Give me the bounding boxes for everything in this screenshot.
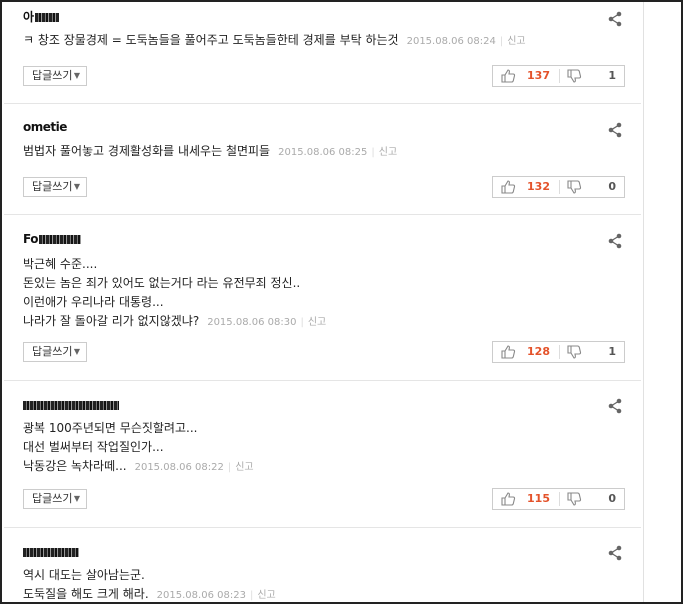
thumbs-up-icon[interactable] (500, 179, 516, 195)
comment-item: 역시 대도는 살아남는군. 도둑질을 해도 크게 해라. 2015.08.06 0… (4, 528, 641, 602)
author-name-mosaic (23, 401, 119, 410)
reply-button[interactable]: 답글쓰기 ▼ (23, 177, 87, 197)
dislike-count: 1 (608, 345, 616, 358)
comment-timestamp: 2015.08.06 08:24 (406, 36, 496, 47)
vote-divider (559, 492, 560, 506)
vote-box: 137 1 (492, 65, 625, 87)
vote-divider (559, 180, 560, 194)
comment-line: 도둑질을 해도 크게 해라. (23, 587, 149, 601)
share-icon[interactable] (607, 398, 623, 414)
comment-body: 범법자 풀어놓고 경제활성화를 내세우는 철면피들 2015.08.06 08:2… (23, 142, 397, 162)
dislike-count: 0 (608, 492, 616, 505)
caret-down-icon: ▼ (73, 182, 80, 191)
meta-separator: | (499, 36, 504, 47)
caret-down-icon: ▼ (73, 71, 80, 80)
thumbs-down-icon[interactable] (566, 179, 582, 195)
caret-down-icon: ▼ (73, 347, 80, 356)
comment-line: 박근혜 수준.... (23, 257, 98, 271)
author-name-mosaic (34, 13, 59, 22)
thumbs-up-icon[interactable] (500, 491, 516, 507)
reply-button-label: 답글쓰기 (32, 345, 73, 358)
comment-meta: 2015.08.06 08:25 | 신고 (278, 147, 397, 158)
meta-separator: | (227, 462, 232, 473)
report-link[interactable]: 신고 (507, 36, 525, 47)
comment-line: 돈있는 놈은 죄가 있어도 없는거다 라는 유전무죄 정신.. (23, 276, 301, 290)
meta-separator: | (300, 317, 304, 328)
comment-author[interactable]: ometie (23, 120, 67, 134)
vote-box: 132 0 (492, 176, 625, 198)
dislike-count: 0 (608, 180, 616, 193)
share-icon[interactable] (607, 11, 623, 27)
thumbs-up-icon[interactable] (500, 344, 516, 360)
caret-down-icon: ▼ (73, 494, 80, 503)
author-name-mosaic (23, 548, 79, 557)
reply-button[interactable]: 답글쓰기 ▼ (23, 489, 87, 509)
dislike-count: 1 (608, 69, 616, 82)
comment-meta: 2015.08.06 08:30 | 신고 (207, 317, 326, 328)
comment-line: 이런애가 우리나라 대통령... (23, 295, 164, 309)
comment-line: 나라가 잘 돌아갈 리가 없지않겠냐? (23, 314, 200, 328)
comment-author[interactable]: 아 (23, 8, 59, 25)
reply-button[interactable]: 답글쓰기 ▼ (23, 66, 87, 86)
thumbs-down-icon[interactable] (566, 491, 582, 507)
comment-timestamp: 2015.08.06 08:30 (207, 317, 297, 328)
comment-meta: 2015.08.06 08:22 | 신고 (135, 462, 254, 473)
like-count: 137 (527, 69, 550, 82)
comment-item: 아 ㅋ 창조 장물경제 = 도둑놈들을 풀어주고 도둑놈들한테 경제를 부탁 하… (4, 2, 641, 104)
author-name: 아 (23, 10, 34, 24)
author-name-mosaic (38, 235, 81, 244)
comment-item: ometie 범법자 풀어놓고 경제활성화를 내세우는 철면피들 2015.08.… (4, 104, 641, 215)
report-link[interactable]: 신고 (257, 590, 275, 601)
meta-separator: | (371, 147, 375, 158)
comment-item: 광복 100주년되면 무슨짓할려고... 대선 벌써부터 작업질인가... 낙동… (4, 381, 641, 528)
thumbs-down-icon[interactable] (566, 344, 582, 360)
share-icon[interactable] (607, 233, 623, 249)
vote-divider (559, 69, 560, 83)
author-name: ometie (23, 120, 67, 134)
thumbs-up-icon[interactable] (500, 68, 516, 84)
author-name: Fo (23, 232, 38, 246)
meta-separator: | (249, 590, 254, 601)
comment-line: 광복 100주년되면 무슨짓할려고... (23, 421, 198, 435)
comment-line: ㅋ 창조 장물경제 = 도둑놈들을 풀어주고 도둑놈들한테 경제를 부탁 하는것 (23, 33, 399, 47)
vote-box: 115 0 (492, 488, 625, 510)
report-link[interactable]: 신고 (308, 317, 326, 328)
comment-timestamp: 2015.08.06 08:22 (134, 462, 224, 473)
vote-box: 128 1 (492, 341, 625, 363)
comment-meta: 2015.08.06 08:24 | 신고 (407, 36, 526, 47)
comment-line: 낙동강은 녹차라떼... (23, 459, 127, 473)
reply-button-label: 답글쓰기 (32, 180, 73, 193)
comment-timestamp: 2015.08.06 08:23 (156, 590, 246, 601)
comment-body: 역시 대도는 살아남는군. 도둑질을 해도 크게 해라. 2015.08.06 0… (23, 566, 276, 602)
thumbs-down-icon[interactable] (566, 68, 582, 84)
report-link[interactable]: 신고 (235, 462, 253, 473)
comment-line: 역시 대도는 살아남는군. (23, 568, 145, 582)
comment-body: ㅋ 창조 장물경제 = 도둑놈들을 풀어주고 도둑놈들한테 경제를 부탁 하는것… (23, 31, 526, 51)
comment-timestamp: 2015.08.06 08:25 (278, 147, 368, 158)
comment-item: Fo 박근혜 수준.... 돈있는 놈은 죄가 있어도 없는거다 라는 유전무죄… (4, 215, 641, 381)
comment-list: 아 ㅋ 창조 장물경제 = 도둑놈들을 풀어주고 도둑놈들한테 경제를 부탁 하… (4, 2, 641, 602)
like-count: 128 (527, 345, 550, 358)
reply-button-label: 답글쓰기 (32, 492, 73, 505)
comment-author[interactable] (23, 398, 119, 412)
report-link[interactable]: 신고 (379, 147, 397, 158)
reply-button-label: 답글쓰기 (32, 69, 73, 82)
share-icon[interactable] (607, 545, 623, 561)
comment-meta: 2015.08.06 08:23 | 신고 (157, 590, 276, 601)
share-icon[interactable] (607, 122, 623, 138)
comment-author[interactable] (23, 545, 79, 559)
comment-line: 범법자 풀어놓고 경제활성화를 내세우는 철면피들 (23, 144, 271, 158)
comment-line: 대선 벌써부터 작업질인가... (23, 440, 164, 454)
right-divider (643, 2, 644, 602)
comment-author[interactable]: Fo (23, 232, 81, 246)
like-count: 132 (527, 180, 550, 193)
like-count: 115 (527, 492, 550, 505)
reply-button[interactable]: 답글쓰기 ▼ (23, 342, 87, 362)
comment-body: 광복 100주년되면 무슨짓할려고... 대선 벌써부터 작업질인가... 낙동… (23, 419, 254, 477)
comment-body: 박근혜 수준.... 돈있는 놈은 죄가 있어도 없는거다 라는 유전무죄 정신… (23, 255, 326, 332)
comment-page: 아 ㅋ 창조 장물경제 = 도둑놈들을 풀어주고 도둑놈들한테 경제를 부탁 하… (0, 0, 683, 604)
vote-divider (559, 345, 560, 359)
